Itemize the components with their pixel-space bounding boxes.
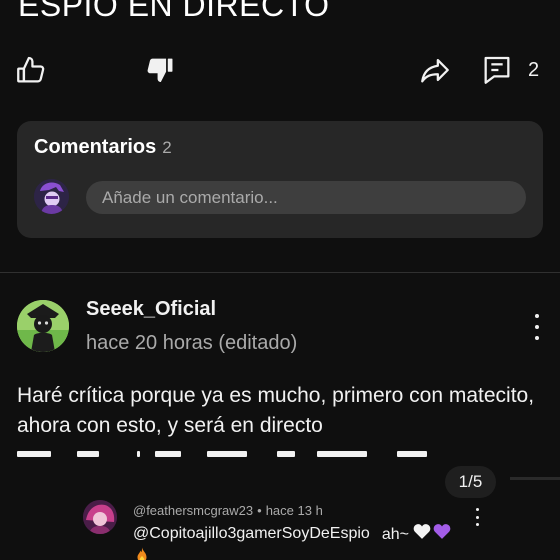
comment-author[interactable]: Seeek_Oficial: [86, 298, 216, 321]
comments-card[interactable]: Comentarios 2 Añade un comentario...: [17, 121, 543, 238]
comments-card-count: 2: [162, 138, 172, 157]
avatar[interactable]: [34, 179, 69, 214]
share-button[interactable]: [418, 50, 452, 90]
purple-heart-icon: [434, 524, 451, 539]
comment-timestamp: hace 20 horas (editado): [86, 332, 298, 354]
reply-mention[interactable]: @Copitoajillo3gamerSoyDeEspio: [133, 525, 370, 543]
comment-input[interactable]: Añade un comentario...: [86, 181, 526, 214]
commenter-avatar-image: [17, 300, 69, 352]
comments-count: 2: [528, 58, 540, 81]
video-title: ESPIO EN DIRECTO: [18, 0, 330, 23]
avatar[interactable]: [17, 300, 69, 352]
reply-author[interactable]: @feathersmcgraw23: [133, 503, 253, 518]
reply-meta: @feathersmcgraw23 • hace 13 h: [133, 503, 323, 518]
clipped-text-line: [17, 451, 547, 457]
share-arrow-icon: [421, 58, 449, 83]
action-bar: 2: [0, 50, 560, 90]
comments-card-title: Comentarios: [34, 136, 157, 158]
divider: [0, 272, 560, 273]
comments-icon: [484, 56, 510, 84]
more-vertical-icon[interactable]: [526, 310, 548, 344]
reply-avatar-image: [83, 500, 117, 534]
dislike-button[interactable]: [142, 50, 176, 90]
reply-meta-separator: •: [257, 503, 262, 518]
comments-card-header: Comentarios 2: [34, 136, 172, 159]
page-indicator: 1/5: [445, 466, 496, 498]
like-button[interactable]: [14, 50, 48, 90]
scroll-strip: [510, 477, 560, 480]
comment-text: Haré crítica porque ya es mucho, primero…: [17, 384, 535, 437]
user-avatar-image: [34, 179, 69, 214]
reply-text: @Copitoajillo3gamerSoyDeEspio ah~: [133, 523, 451, 544]
more-vertical-icon[interactable]: [472, 508, 482, 526]
comments-button[interactable]: 2: [480, 50, 539, 90]
avatar[interactable]: [83, 500, 117, 534]
thumb-up-icon: [17, 56, 45, 83]
fire-icon: [133, 546, 151, 560]
thumb-down-filled-icon: [147, 58, 173, 83]
reply-emojis: [413, 523, 451, 539]
white-heart-icon: [414, 524, 431, 539]
reply-timestamp: hace 13 h: [265, 503, 323, 518]
reply-body: ah~: [382, 523, 452, 544]
